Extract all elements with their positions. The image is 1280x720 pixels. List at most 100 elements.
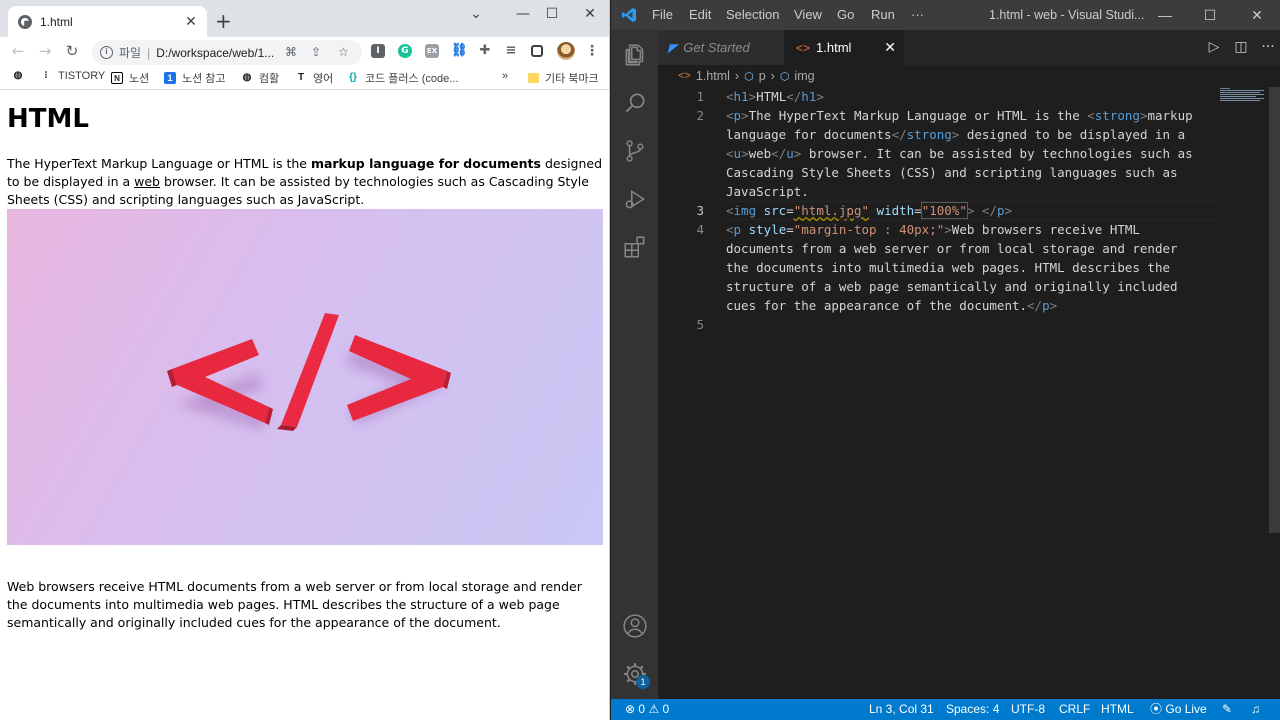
bookmark-globe[interactable]: ◍ <box>12 70 30 82</box>
back-arrow-icon[interactable]: ← <box>8 41 28 61</box>
bookmark-computer[interactable]: ◍ 컴활 <box>241 70 280 86</box>
minimize-button[interactable]: — <box>1152 6 1178 24</box>
extension-ex-icon[interactable]: EX <box>425 44 439 58</box>
explorer-icon[interactable] <box>622 42 648 68</box>
vscode-window: File Edit Selection View Go Run ··· 1.ht… <box>611 0 1280 720</box>
maximize-button[interactable]: ☐ <box>1197 6 1223 24</box>
tab-1-html[interactable]: <> 1.html ✕ <box>784 30 904 65</box>
bookmark-label: 영어 <box>313 73 334 85</box>
info-icon[interactable]: i <box>100 46 113 59</box>
run-file-icon[interactable]: ▷ <box>1205 39 1223 55</box>
maximize-button[interactable]: ☐ <box>539 4 565 24</box>
forward-arrow-icon[interactable]: → <box>35 41 55 61</box>
settings-update-badge: 1 <box>636 675 650 689</box>
close-tab-icon[interactable]: ✕ <box>183 14 199 30</box>
link-icon[interactable]: ⛓ <box>451 44 468 58</box>
address-bar[interactable]: i 파일 | D:/workspace/web/1... <box>92 40 362 65</box>
tab-search-icon[interactable]: ⌄ <box>463 4 489 24</box>
url-text: D:/workspace/web/1... <box>156 45 275 60</box>
line-number: 4 <box>696 222 704 237</box>
minimize-button[interactable]: — <box>510 4 536 24</box>
breadcrumb-img[interactable]: img <box>794 69 814 83</box>
feedback-icon[interactable]: ✎ <box>1222 702 1232 717</box>
reload-icon[interactable]: ↻ <box>62 41 82 61</box>
html-file-icon: <> <box>796 40 811 55</box>
menu-go[interactable]: Go <box>837 7 854 23</box>
bookmark-label: 기타 북마크 <box>545 73 599 85</box>
intro-strong-text: markup language for documents <box>310 156 541 171</box>
minimap[interactable] <box>1220 87 1264 103</box>
more-actions-icon[interactable]: ··· <box>1259 39 1277 55</box>
source-control-icon[interactable] <box>622 138 648 164</box>
breadcrumb-file[interactable]: 1.html <box>696 69 730 83</box>
problems-indicator[interactable]: ⊗ 0 ⚠ 0 <box>625 702 669 717</box>
go-live-label: Go Live <box>1165 702 1207 716</box>
bookmarks-overflow-button[interactable]: » <box>502 70 508 82</box>
split-editor-icon[interactable]: ◫ <box>1232 39 1250 55</box>
tab-get-started[interactable]: ◤ Get Started <box>658 30 784 65</box>
code-line: the documents into multimedia web pages.… <box>726 260 1171 275</box>
menu-file[interactable]: File <box>652 7 673 23</box>
tab-label: Get Started <box>683 40 750 55</box>
new-tab-button[interactable]: + <box>215 9 232 33</box>
tab-strip: 1.html ✕ + ⌄ — ☐ ✕ <box>0 0 609 37</box>
vertical-scrollbar[interactable] <box>1269 87 1280 533</box>
code-line: <p>The HyperText Markup Language or HTML… <box>726 108 1193 123</box>
accounts-icon[interactable] <box>622 613 648 639</box>
menu-view[interactable]: View <box>794 7 822 23</box>
bookmark-tistory[interactable]: ⁝ TISTORY <box>40 70 105 82</box>
code-line: <u>web</u> browser. It can be assisted b… <box>726 146 1193 161</box>
code-editor[interactable]: 1 2 3 4 5 <h1>HTML</h1> <p>The HyperText… <box>658 87 1280 699</box>
bookmark-other-folder[interactable]: 기타 북마크 <box>528 70 599 86</box>
side-panel-icon[interactable] <box>531 45 543 57</box>
title-bar: File Edit Selection View Go Run ··· 1.ht… <box>611 0 1280 30</box>
profile-avatar[interactable] <box>557 42 575 60</box>
bookmark-label: 코드 플러스 (code... <box>365 73 459 85</box>
close-tab-icon[interactable]: ✕ <box>884 39 896 56</box>
vscode-logo-icon: ◤ <box>668 40 678 55</box>
more-menu-icon[interactable]: ⋮ <box>585 44 599 58</box>
broadcast-icon: ⦿ <box>1150 702 1163 716</box>
bookmark-english[interactable]: T 영어 <box>295 70 333 86</box>
browser-tab[interactable]: 1.html ✕ <box>8 6 207 37</box>
browser-toolbar: ← → ↻ i 파일 | D:/workspace/web/1... ⌘ ⇪ ☆… <box>0 37 609 66</box>
overflow-label: » <box>502 70 509 82</box>
bookmark-star-icon[interactable]: ☆ <box>338 45 349 59</box>
tab-label: 1.html <box>816 40 852 55</box>
code-line: JavaScript. <box>726 184 809 199</box>
bookmark-codeplus[interactable]: {} 코드 플러스 (code... <box>347 70 458 86</box>
menu-selection[interactable]: Selection <box>726 7 779 23</box>
bookmark-notion-ref[interactable]: 1 노션 참고 <box>164 70 226 86</box>
extension-reader-icon[interactable]: I <box>371 44 385 58</box>
grammarly-icon[interactable]: G <box>398 44 412 58</box>
breadcrumb-p[interactable]: p <box>759 69 766 83</box>
extensions-puzzle-icon[interactable]: ✚ <box>478 44 492 58</box>
language-mode[interactable]: HTML <box>1101 702 1134 717</box>
status-bar: ⊗ 0 ⚠ 0 Ln 3, Col 31 Spaces: 4 UTF-8 CRL… <box>611 699 1280 720</box>
encoding[interactable]: UTF-8 <box>1011 702 1045 717</box>
go-live-button[interactable]: ⦿ Go Live <box>1150 702 1207 717</box>
intro-text: The HyperText Markup Language or HTML is… <box>7 156 311 171</box>
bookmark-label: 노션 참고 <box>182 73 226 85</box>
bookmark-label: 노션 <box>129 73 150 85</box>
share-icon[interactable]: ⇪ <box>311 45 321 59</box>
extensions-icon[interactable] <box>622 234 648 260</box>
notifications-bell-icon[interactable]: ♫ <box>1251 702 1260 717</box>
vscode-logo-icon <box>622 8 636 22</box>
activity-bar <box>611 30 658 699</box>
translate-icon[interactable]: ⌘ <box>285 45 297 59</box>
bookmark-notion[interactable]: N 노션 <box>111 70 149 86</box>
search-icon[interactable] <box>622 90 648 116</box>
close-window-button[interactable]: ✕ <box>1244 6 1270 24</box>
warning-count: 0 <box>662 702 670 716</box>
menu-edit[interactable]: Edit <box>689 7 711 23</box>
end-of-line[interactable]: CRLF <box>1059 702 1090 717</box>
tab-title: 1.html <box>40 14 73 29</box>
indentation[interactable]: Spaces: 4 <box>946 702 999 717</box>
menu-more[interactable]: ··· <box>911 7 924 23</box>
close-window-button[interactable]: ✕ <box>577 4 603 24</box>
run-debug-icon[interactable] <box>622 186 648 212</box>
cursor-position[interactable]: Ln 3, Col 31 <box>869 702 934 717</box>
menu-run[interactable]: Run <box>871 7 895 23</box>
reading-list-icon[interactable]: ≡ <box>504 44 518 58</box>
